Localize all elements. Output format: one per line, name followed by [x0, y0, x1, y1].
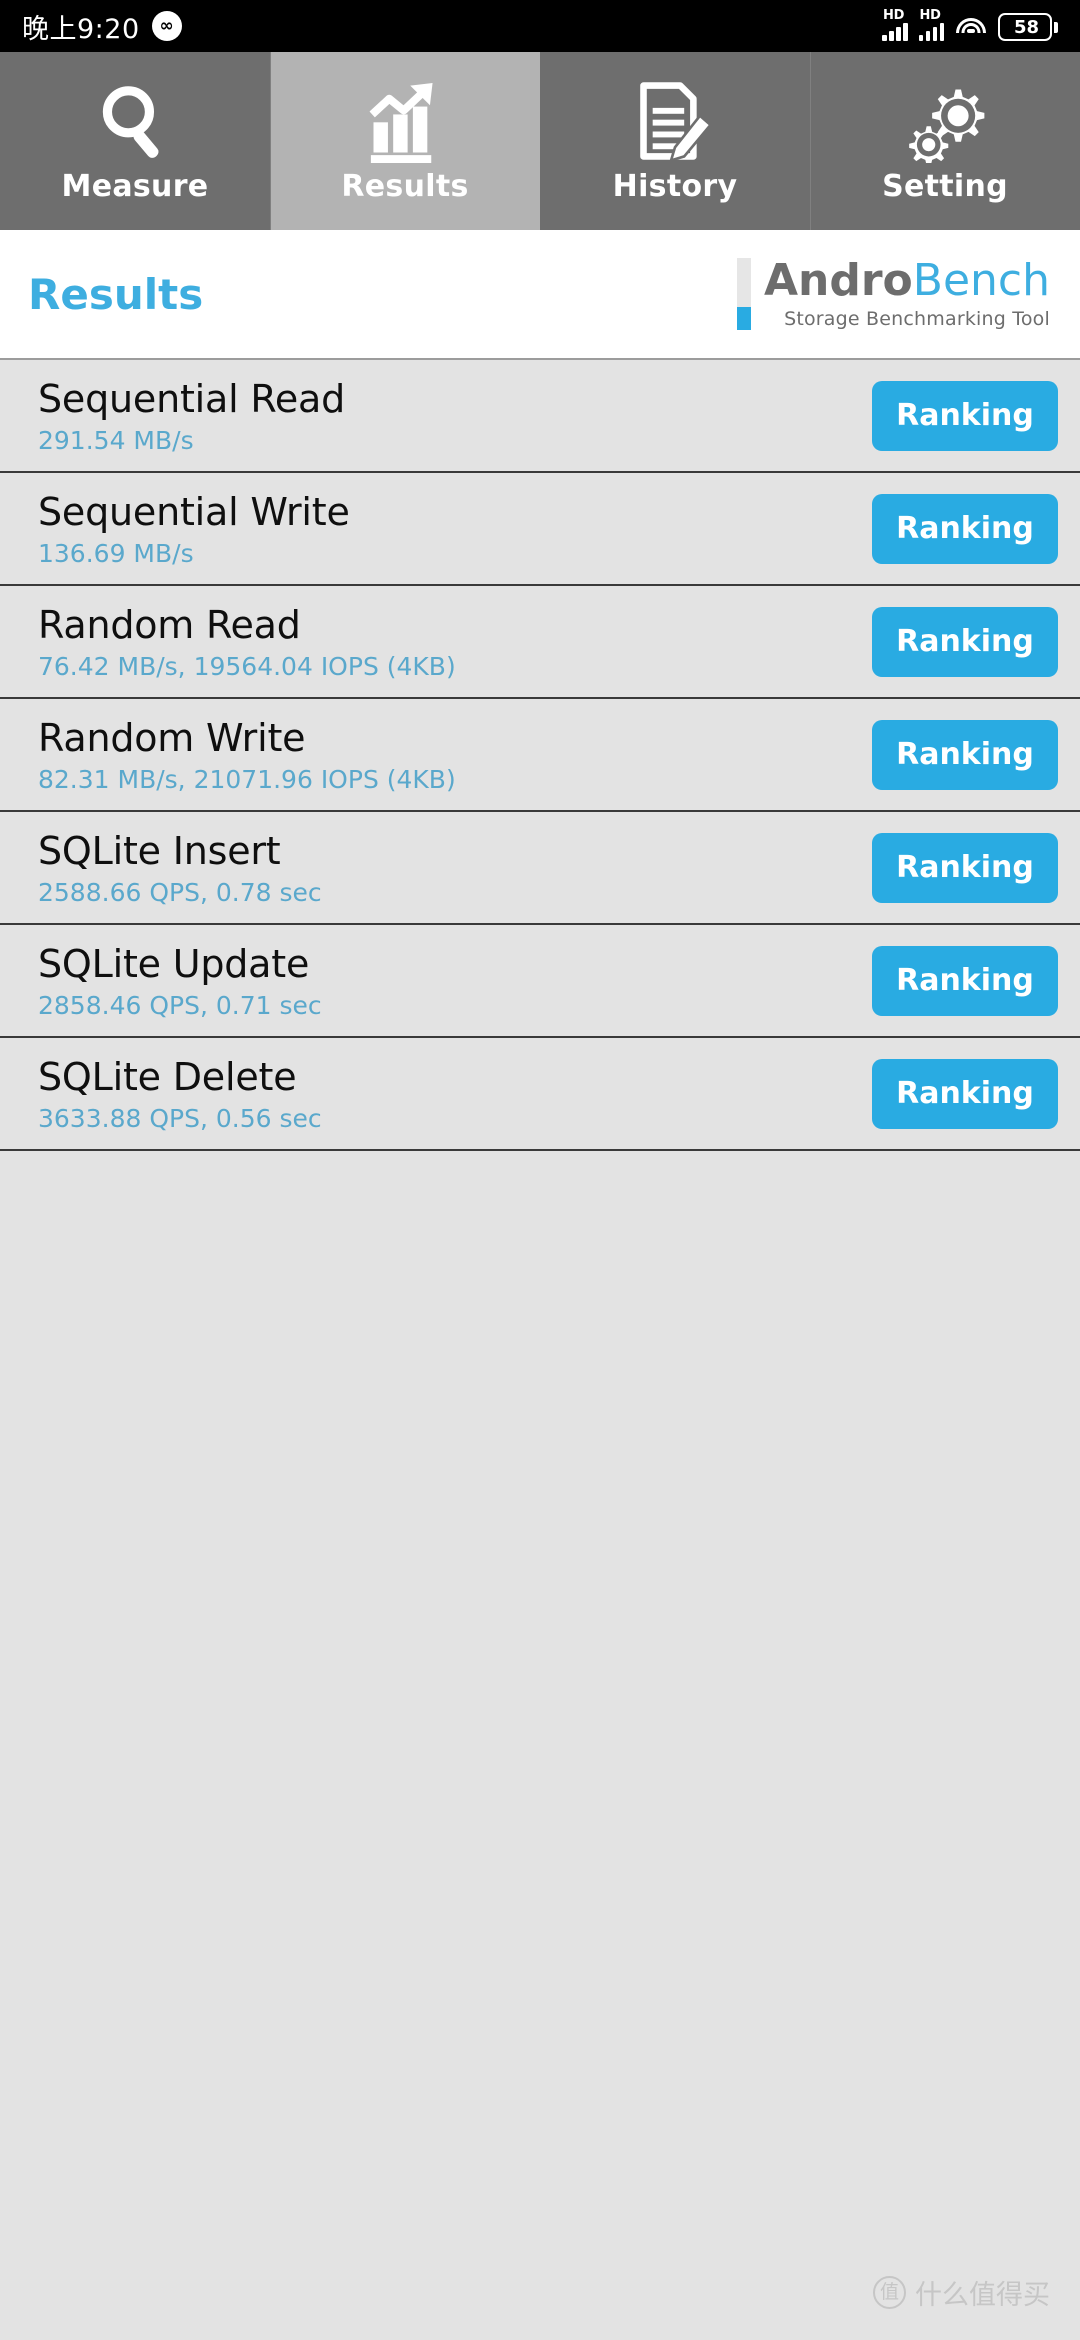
table-row[interactable]: SQLite Update 2858.46 QPS, 0.71 sec Rank… — [0, 925, 1080, 1038]
watermark-text: 什么值得买 — [915, 2280, 1050, 2311]
page-title: Results — [28, 269, 204, 319]
signal-sim1-icon: HD — [882, 8, 908, 41]
hd-label-sim2: HD — [919, 8, 941, 23]
tab-measure-label: Measure — [61, 168, 209, 204]
row-texts: SQLite Update 2858.46 QPS, 0.71 sec — [38, 942, 322, 1020]
results-list: Sequential Read 291.54 MB/s Ranking Sequ… — [0, 360, 1080, 1151]
logo-name: AndroBench — [763, 254, 1050, 306]
wifi-icon — [955, 17, 987, 41]
meta-app-icon: ∞ — [151, 11, 182, 41]
result-value: 76.42 MB/s, 19564.04 IOPS (4KB) — [38, 651, 456, 681]
result-title: Sequential Write — [38, 489, 350, 534]
logo-name-bench: Bench — [912, 254, 1050, 306]
result-value: 291.54 MB/s — [38, 425, 194, 455]
ranking-button[interactable]: Ranking — [872, 1058, 1058, 1129]
tab-setting-label: Setting — [882, 168, 1008, 204]
logo-name-andro: Andro — [763, 254, 913, 306]
tab-measure[interactable]: Measure — [0, 52, 270, 230]
tab-results-label: Results — [341, 168, 469, 204]
signal-bars-sim2 — [918, 23, 944, 41]
table-row[interactable]: Random Read 76.42 MB/s, 19564.04 IOPS (4… — [0, 586, 1080, 699]
tab-history-label: History — [612, 168, 738, 204]
result-value: 136.69 MB/s — [38, 538, 194, 568]
row-texts: SQLite Insert 2588.66 QPS, 0.78 sec — [38, 829, 322, 907]
tab-bar: Measure Results History Setting — [0, 52, 1080, 230]
logo-accent-bar — [736, 257, 751, 331]
logo-text: AndroBench Storage Benchmarking Tool — [763, 254, 1050, 331]
result-title: SQLite Insert — [38, 828, 281, 873]
tab-setting[interactable]: Setting — [810, 52, 1080, 230]
row-texts: SQLite Delete 3633.88 QPS, 0.56 sec — [38, 1055, 322, 1133]
status-bar-left: 晚上9:20 ∞ — [22, 7, 182, 46]
table-row[interactable]: Sequential Read 291.54 MB/s Ranking — [0, 360, 1080, 473]
row-texts: Sequential Read 291.54 MB/s — [38, 377, 345, 455]
signal-bars-sim1 — [882, 23, 908, 41]
status-bar-right: HD HD 58 — [882, 8, 1058, 41]
watermark: 值 什么值得买 — [873, 2273, 1050, 2312]
ranking-button[interactable]: Ranking — [872, 832, 1058, 903]
table-row[interactable]: SQLite Insert 2588.66 QPS, 0.78 sec Rank… — [0, 812, 1080, 925]
magnifier-icon — [93, 79, 177, 163]
watermark-badge-icon: 值 — [873, 2276, 906, 2309]
row-texts: Random Write 82.31 MB/s, 21071.96 IOPS (… — [38, 716, 456, 794]
ranking-button[interactable]: Ranking — [872, 380, 1058, 451]
ranking-button[interactable]: Ranking — [872, 719, 1058, 790]
phone-screen: 晚上9:20 ∞ HD HD 58 Measure Results Histor… — [0, 0, 1080, 2340]
tab-history[interactable]: History — [540, 52, 810, 230]
signal-sim2-icon: HD — [918, 8, 944, 41]
result-title: Random Write — [38, 715, 306, 760]
ranking-button[interactable]: Ranking — [872, 493, 1058, 564]
ranking-button[interactable]: Ranking — [872, 606, 1058, 677]
page-header: Results AndroBench Storage Benchmarking … — [0, 230, 1080, 360]
status-bar: 晚上9:20 ∞ HD HD 58 — [0, 0, 1080, 52]
androbench-logo: AndroBench Storage Benchmarking Tool — [736, 254, 1050, 331]
bar-chart-arrow-icon — [363, 79, 447, 163]
result-title: SQLite Delete — [38, 1054, 297, 1099]
result-value: 2588.66 QPS, 0.78 sec — [38, 877, 322, 907]
battery-level: 58 — [998, 13, 1052, 41]
row-texts: Random Read 76.42 MB/s, 19564.04 IOPS (4… — [38, 603, 456, 681]
result-title: SQLite Update — [38, 941, 310, 986]
table-row[interactable]: Sequential Write 136.69 MB/s Ranking — [0, 473, 1080, 586]
clock: 晚上9:20 — [22, 13, 140, 45]
result-value: 2858.46 QPS, 0.71 sec — [38, 990, 322, 1020]
result-title: Sequential Read — [38, 376, 346, 421]
hd-label-sim1: HD — [883, 8, 905, 23]
result-value: 3633.88 QPS, 0.56 sec — [38, 1103, 322, 1133]
battery-icon: 58 — [998, 13, 1058, 41]
gears-icon — [903, 79, 987, 163]
table-row[interactable]: Random Write 82.31 MB/s, 21071.96 IOPS (… — [0, 699, 1080, 812]
table-row[interactable]: SQLite Delete 3633.88 QPS, 0.56 sec Rank… — [0, 1038, 1080, 1151]
logo-subtitle: Storage Benchmarking Tool — [784, 308, 1050, 331]
row-texts: Sequential Write 136.69 MB/s — [38, 490, 350, 568]
result-title: Random Read — [38, 602, 301, 647]
tab-results[interactable]: Results — [270, 52, 540, 230]
ranking-button[interactable]: Ranking — [872, 945, 1058, 1016]
document-pencil-icon — [633, 79, 717, 163]
result-value: 82.31 MB/s, 21071.96 IOPS (4KB) — [38, 764, 456, 794]
empty-area — [0, 1151, 1080, 2340]
